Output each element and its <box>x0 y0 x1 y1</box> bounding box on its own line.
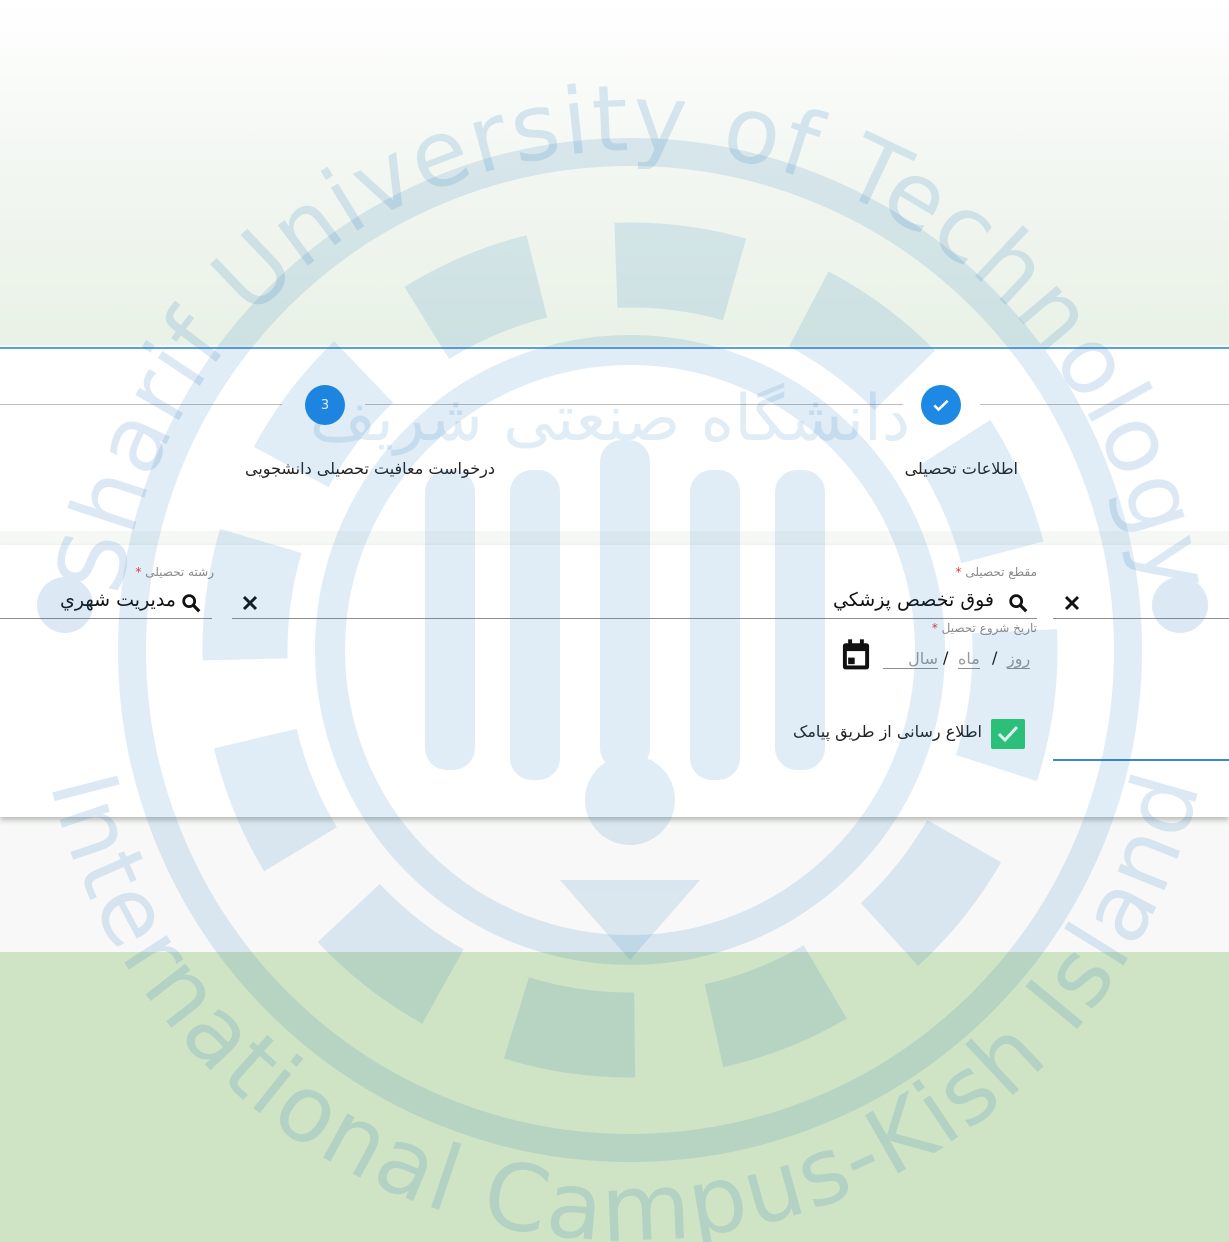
step-1-circle[interactable] <box>921 385 961 425</box>
degree-field-underline <box>232 618 1037 619</box>
year-input[interactable]: سال <box>883 649 938 669</box>
sms-checkbox-label[interactable]: اطلاع رسانی از طریق پیامک <box>793 722 982 741</box>
sms-checkbox[interactable] <box>991 719 1025 749</box>
step-connector <box>365 404 903 405</box>
degree-label-text: مقطع تحصیلی <box>965 565 1037 579</box>
major-field-underline <box>0 618 212 619</box>
content-background <box>0 820 1229 952</box>
degree-field-label: مقطع تحصیلی * <box>956 565 1037 579</box>
step-connector <box>980 404 1229 405</box>
footer-background <box>0 952 1229 1242</box>
date-separator: / <box>943 648 949 667</box>
step-3-circle[interactable]: 3 <box>305 385 345 425</box>
step-3-label[interactable]: درخواست معافیت تحصیلی دانشجویی <box>245 459 495 478</box>
step-1-label[interactable]: اطلاعات تحصیلی <box>905 459 1018 478</box>
date-separator: / <box>992 648 998 667</box>
required-mark: * <box>135 565 142 579</box>
clear-icon[interactable] <box>239 592 261 614</box>
day-input[interactable]: روز <box>1007 649 1031 669</box>
start-date-label-text: تاریخ شروع تحصیل <box>941 621 1037 635</box>
degree-value[interactable]: فوق تخصص پزشكي <box>833 589 994 611</box>
check-icon <box>933 399 949 412</box>
required-mark: * <box>931 621 938 635</box>
stepper: اطلاعات تحصیلی 3 درخواست معافیت تحصیلی د… <box>0 347 1229 531</box>
major-field-label: رشته تحصیلی * <box>135 565 214 579</box>
major-label-text: رشته تحصیلی <box>145 565 214 579</box>
major-value[interactable]: مديريت شهري <box>60 589 176 611</box>
step-connector <box>0 404 282 405</box>
header-background <box>0 0 1229 345</box>
clear-icon[interactable] <box>1061 592 1083 614</box>
degree-field-underline-extra <box>1053 618 1229 619</box>
start-date-label: تاریخ شروع تحصیل * <box>932 621 1037 635</box>
search-icon[interactable] <box>1005 590 1031 616</box>
focus-underline <box>1053 759 1229 761</box>
check-icon <box>997 725 1019 743</box>
month-input[interactable]: ماه <box>958 649 980 669</box>
form-card: مقطع تحصیلی * فوق تخصص پزشكي رشته تحصیلی… <box>0 545 1229 817</box>
search-icon[interactable] <box>178 590 204 616</box>
required-mark: * <box>955 565 962 579</box>
calendar-icon[interactable] <box>838 637 874 673</box>
